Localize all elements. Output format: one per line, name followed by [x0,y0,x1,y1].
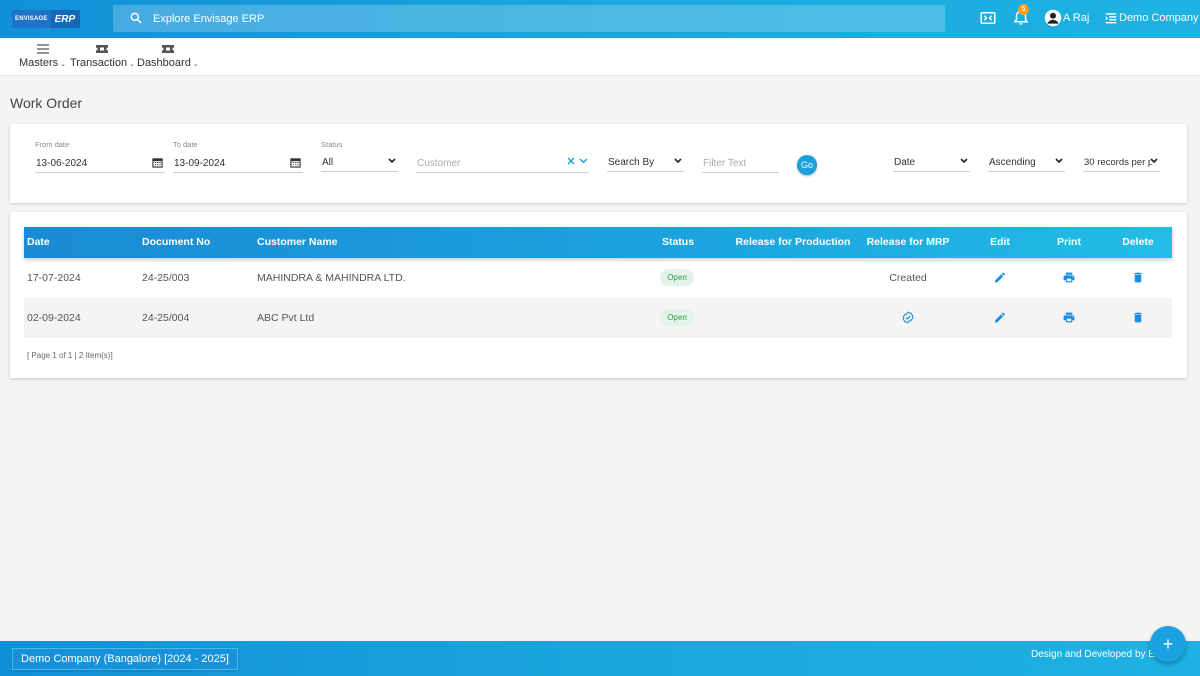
company-name[interactable]: Demo Company [1119,12,1198,24]
column-header-customer-name[interactable]: Customer Name [257,227,338,258]
chevron-down-icon [388,158,396,164]
sort-field-select[interactable]: Date [893,152,970,172]
cell-date: 02-09-2024 [27,312,81,324]
column-header-document-no[interactable]: Document No [142,227,210,258]
chevron-down-icon: ⌄ [192,61,199,68]
chevron-down-icon: ⌄ [60,61,66,68]
column-header-print: Print [1057,236,1081,248]
search-icon [130,12,142,24]
calendar-icon[interactable] [290,157,301,168]
menu-transaction[interactable]: Transaction ⌄ [70,44,135,69]
logo-text-large: ERP [50,10,80,28]
column-header-release-production[interactable]: Release for Production [736,227,851,258]
status-badge: Open [660,269,694,286]
page-size-select[interactable]: 30 records per p [1083,152,1160,172]
calendar-icon[interactable] [152,157,163,168]
from-date-field[interactable]: 13-06-2024 [35,153,165,173]
notification-badge: 5 [1018,4,1029,15]
avatar-icon[interactable] [1044,9,1062,27]
to-date-value: 13-09-2024 [174,158,226,169]
to-date-field[interactable]: 13-09-2024 [173,153,303,173]
column-header-edit: Edit [990,236,1010,248]
status-value: All [322,157,334,168]
menu-dashboard[interactable]: Dashboard ⌄ [137,44,199,69]
ticket-icon [96,45,109,53]
top-bar: ENVISAGE ERP 5 A Raj Demo Company [0,0,1200,38]
print-icon[interactable] [1063,271,1076,284]
search-by-value: Search By [608,157,655,168]
cell-document-no: 24-25/003 [142,272,190,284]
status-label: Status [321,140,343,149]
column-header-status[interactable]: Status [662,227,694,258]
menu-dashboard-label: Dashboard [137,57,191,69]
chevron-down-icon [1150,158,1158,164]
hamburger-icon [36,44,49,54]
delete-icon[interactable] [1132,271,1145,284]
cell-customer-name: MAHINDRA & MAHINDRA LTD. [257,272,406,284]
sort-order-select[interactable]: Ascending [988,152,1065,172]
chevron-down-icon[interactable] [579,158,588,164]
user-name[interactable]: A Raj [1063,12,1089,24]
status-badge: Open [660,309,694,326]
release-mrp-check-icon[interactable] [902,311,915,324]
customer-placeholder: Customer [417,158,461,169]
menu-bar: Masters ⌄ Transaction ⌄ Dashboard ⌄ [0,38,1200,76]
menu-masters[interactable]: Masters ⌄ [19,44,66,69]
from-date-value: 13-06-2024 [36,158,88,169]
column-header-date[interactable]: Date [27,227,50,258]
column-header-release-mrp[interactable]: Release for MRP [867,227,950,258]
add-button[interactable]: + [1150,626,1186,662]
cell-customer-name: ABC Pvt Ltd [257,312,315,324]
logo-text-small: ENVISAGE [12,10,51,28]
fullscreen-icon[interactable] [979,9,997,27]
search-by-select[interactable]: Search By [607,152,684,172]
edit-icon[interactable] [994,311,1007,324]
menu-masters-label: Masters [19,57,59,69]
plus-icon: + [1162,634,1174,654]
pagination-info: [ Page 1 of 1 | 2 Item(s)] [27,351,113,360]
cell-document-no: 24-25/004 [142,312,190,324]
from-date-label: From date [35,140,70,149]
app-logo[interactable]: ENVISAGE ERP [12,10,80,28]
chevron-down-icon [1055,158,1063,164]
chevron-down-icon: ⌄ [129,61,135,68]
delete-icon[interactable] [1132,311,1145,324]
sort-order-value: Ascending [989,157,1036,168]
chevron-down-icon [960,158,968,164]
column-header-delete: Delete [1122,236,1154,248]
status-select[interactable]: All [321,152,398,172]
chevron-down-icon [674,158,682,164]
edit-icon[interactable] [994,271,1007,284]
page-title: Work Order [10,95,83,111]
filter-text-placeholder: Filter Text [703,158,747,169]
to-date-label: To date [173,140,198,149]
go-button[interactable]: Go [797,155,817,175]
table-row[interactable]: 02-09-2024 24-25/004 ABC Pvt Ltd Open [24,298,1172,338]
cell-date: 17-07-2024 [27,272,81,284]
ticket-icon [161,45,174,53]
table-row[interactable]: 17-07-2024 24-25/003 MAHINDRA & MAHINDRA… [24,258,1172,298]
customer-select[interactable]: Customer [416,153,589,173]
page-size-value: 30 records per p [1084,157,1154,168]
cell-release-mrp: Created [889,272,927,284]
filter-text-input[interactable]: Filter Text [702,153,779,173]
print-icon[interactable] [1063,311,1076,324]
footer-credit: Design and Developed by EN [1031,649,1163,660]
table-header: Date Document No Customer Name Status Re… [24,227,1172,258]
menu-transaction-label: Transaction [70,57,128,69]
financial-year-button[interactable]: Demo Company (Bangalore) [2024 - 2025] [12,648,238,670]
global-search [113,5,945,32]
company-menu-icon[interactable] [1104,11,1118,25]
clear-icon[interactable] [567,157,575,165]
search-input[interactable] [153,5,913,32]
sort-field-value: Date [894,157,916,168]
